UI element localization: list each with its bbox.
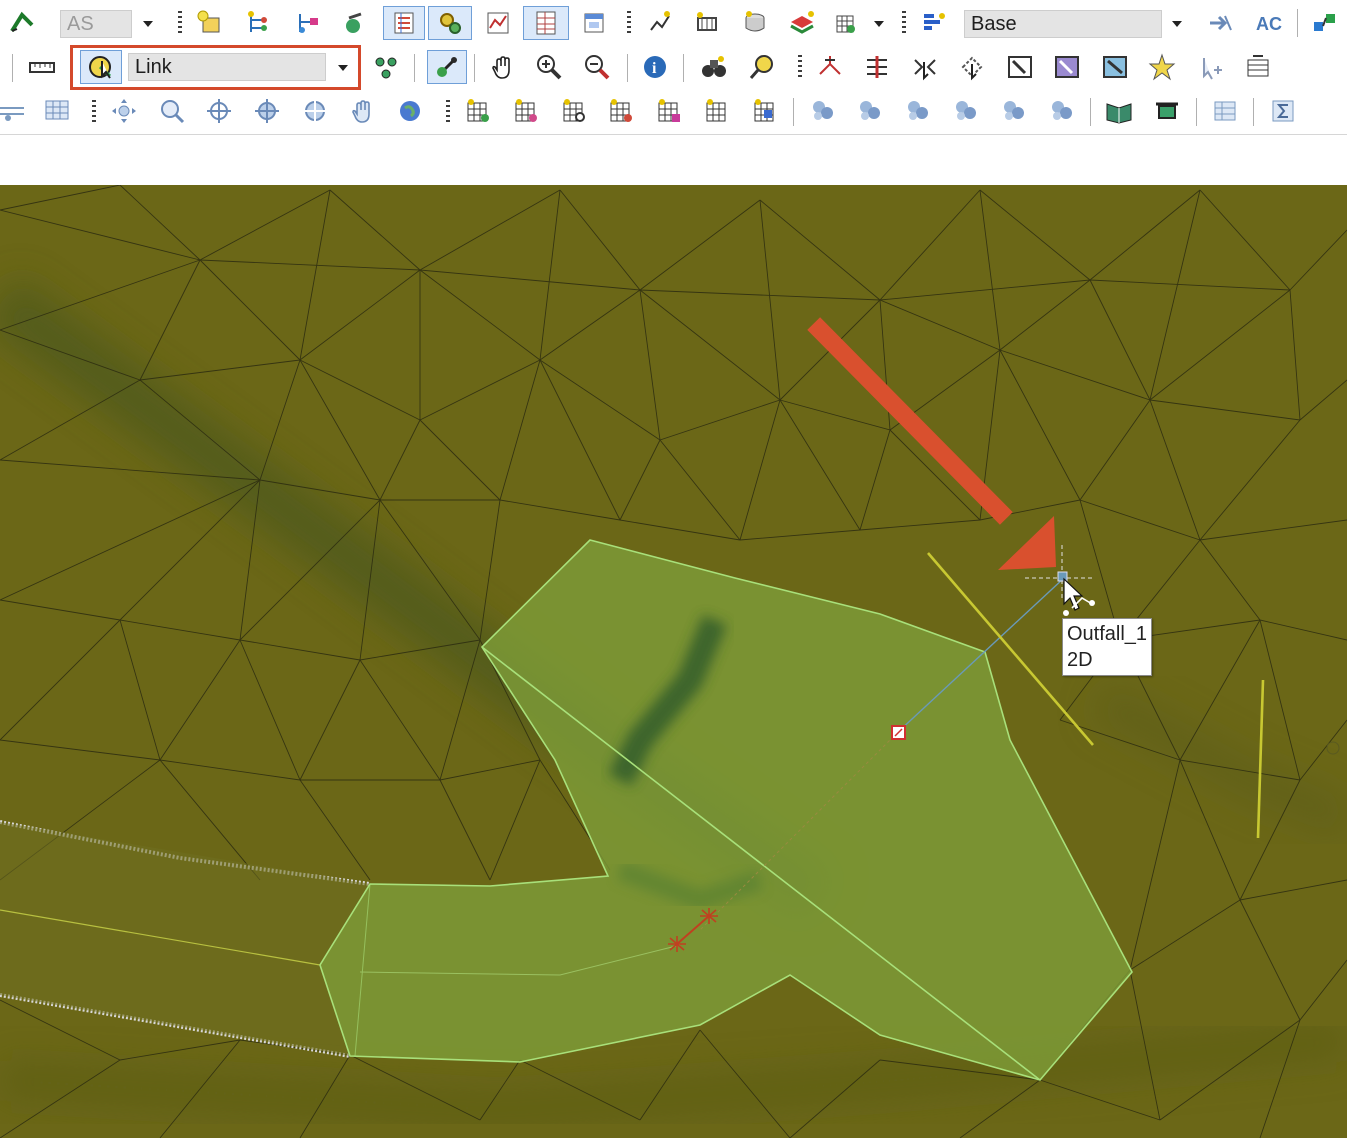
zoom-in-icon[interactable] xyxy=(532,50,566,84)
cluster-2-icon[interactable] xyxy=(853,94,887,128)
grid-layers-icon[interactable] xyxy=(383,6,425,40)
tooltip-line-2: 2D xyxy=(1067,649,1093,671)
base-dropdown-arrow-icon[interactable] xyxy=(1172,21,1182,27)
base-scenario-value: Base xyxy=(971,13,1017,35)
table-multi-icon[interactable] xyxy=(509,94,543,128)
grid-tool-dropdown-arrow-icon[interactable] xyxy=(874,21,884,27)
scenario-manager-icon[interactable] xyxy=(916,6,950,40)
star-select-icon[interactable] xyxy=(1145,50,1179,84)
outfall-tooltip: Outfall_1 2D xyxy=(1062,618,1153,676)
separator xyxy=(1297,9,1298,37)
separator xyxy=(1253,98,1254,126)
table-gear-icon[interactable] xyxy=(557,94,591,128)
node-link-tool-icon[interactable] xyxy=(369,50,403,84)
toolbar-grip[interactable] xyxy=(446,100,450,124)
info-icon[interactable]: i xyxy=(638,50,672,84)
tree-network-icon[interactable] xyxy=(241,6,275,40)
structure-icon[interactable] xyxy=(690,6,724,40)
framed-shade-icon[interactable] xyxy=(1050,50,1084,84)
split-link-icon[interactable] xyxy=(813,50,847,84)
draw-link-icon[interactable] xyxy=(427,50,467,84)
table-edit-icon[interactable] xyxy=(1241,50,1275,84)
network-blocks-icon[interactable] xyxy=(1308,6,1342,40)
select-links-icon[interactable] xyxy=(908,50,942,84)
grid-summary-icon[interactable] xyxy=(1208,94,1242,128)
pen-icon[interactable] xyxy=(5,5,39,39)
pan-extents-icon[interactable] xyxy=(107,94,141,128)
zoom-out-icon[interactable] xyxy=(580,50,614,84)
svg-text:AC: AC xyxy=(1256,14,1282,34)
add-pointer-icon[interactable] xyxy=(1193,50,1227,84)
toolbar-grip[interactable] xyxy=(178,11,182,35)
profile-graph-icon[interactable] xyxy=(481,6,515,40)
book-icon[interactable] xyxy=(1102,94,1136,128)
toolbar-area: AS Base AC Link i xyxy=(0,0,1347,179)
separator xyxy=(793,98,794,126)
compare-icon[interactable] xyxy=(1203,6,1237,40)
outfall-node[interactable] xyxy=(1057,571,1068,582)
binoculars-icon[interactable] xyxy=(697,50,731,84)
separator xyxy=(12,54,13,82)
flag-network-icon[interactable] xyxy=(290,6,324,40)
toolbar-grip[interactable] xyxy=(902,11,906,35)
window-icon[interactable] xyxy=(577,6,611,40)
toolbar-row-3 xyxy=(0,90,1347,134)
chart-tool-icon[interactable] xyxy=(643,6,677,40)
map-zoom-icon[interactable] xyxy=(155,94,189,128)
link-selector-highlight-box xyxy=(70,45,361,90)
find-location-icon[interactable] xyxy=(745,50,779,84)
crosshair-icon[interactable] xyxy=(202,94,236,128)
table-green-icon[interactable] xyxy=(461,94,495,128)
table-pink-icon[interactable] xyxy=(652,94,686,128)
map-view[interactable]: Outfall_1 2D xyxy=(0,185,1347,1138)
cluster-5-icon[interactable] xyxy=(997,94,1031,128)
separator xyxy=(1196,98,1197,126)
base-scenario-combo[interactable]: Base xyxy=(964,10,1162,38)
separator xyxy=(1090,98,1091,126)
scenario-combo-value: AS xyxy=(67,13,94,35)
storage-icon[interactable] xyxy=(738,6,772,40)
table-red-icon[interactable] xyxy=(604,94,638,128)
separator xyxy=(414,54,415,82)
merge-link-icon[interactable] xyxy=(860,50,894,84)
framed-select-icon[interactable] xyxy=(1003,50,1037,84)
new-element-icon[interactable] xyxy=(193,6,227,40)
scenario-dropdown-arrow-icon[interactable] xyxy=(143,21,153,27)
tooltip-line-1: Outfall_1 xyxy=(1067,623,1148,645)
select-area-icon[interactable] xyxy=(955,50,989,84)
table-view-icon[interactable] xyxy=(523,6,569,40)
toolbar-grip[interactable] xyxy=(798,55,802,79)
separator xyxy=(683,54,684,82)
scenario-combo[interactable]: AS xyxy=(60,10,132,38)
text-label-icon[interactable]: AC xyxy=(1250,6,1284,40)
cluster-4-icon[interactable] xyxy=(949,94,983,128)
ruler-icon[interactable] xyxy=(25,50,59,84)
toolbar-grip[interactable] xyxy=(627,11,631,35)
cluster-1-icon[interactable] xyxy=(806,94,840,128)
node-edit-icon[interactable] xyxy=(337,6,371,40)
map-pan-hand-icon[interactable] xyxy=(346,94,380,128)
grid-section-icon[interactable] xyxy=(40,94,74,128)
cluster-3-icon[interactable] xyxy=(901,94,935,128)
section-icon[interactable] xyxy=(0,94,30,128)
separator xyxy=(627,54,628,82)
inlet-structure-icon[interactable] xyxy=(1150,94,1184,128)
sigma-statistics-icon[interactable] xyxy=(1266,94,1300,128)
pan-hand-icon[interactable] xyxy=(486,50,520,84)
empty-toolbar-band xyxy=(0,134,1347,179)
toolbar-grip[interactable] xyxy=(92,100,96,124)
layers-3d-icon[interactable] xyxy=(785,6,819,40)
cluster-6-icon[interactable] xyxy=(1045,94,1079,128)
separator xyxy=(474,54,475,82)
target-zoom-icon[interactable] xyxy=(298,94,332,128)
table-plain-icon[interactable] xyxy=(700,94,734,128)
toolbar-row-1: AS Base AC xyxy=(0,1,1347,45)
grid-tool-icon[interactable] xyxy=(829,6,863,40)
globe-icon[interactable] xyxy=(393,94,427,128)
gears-icon[interactable] xyxy=(428,6,472,40)
framed-polygon-icon[interactable] xyxy=(1098,50,1132,84)
target-select-icon[interactable] xyxy=(250,94,284,128)
table-blue-icon[interactable] xyxy=(748,94,782,128)
svg-text:i: i xyxy=(652,60,657,77)
